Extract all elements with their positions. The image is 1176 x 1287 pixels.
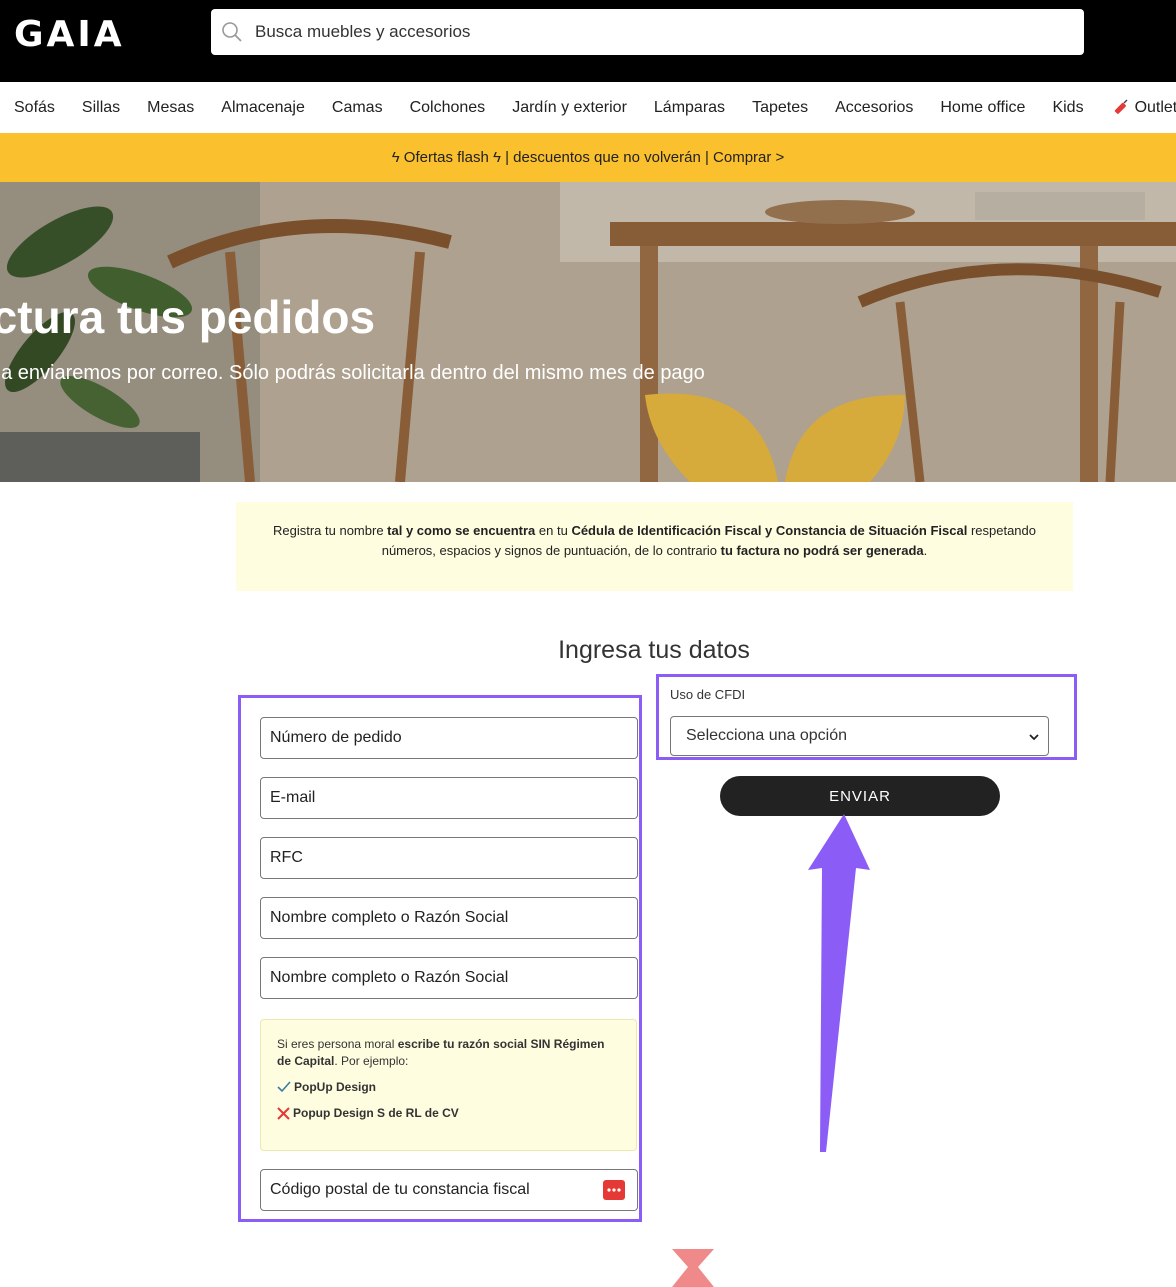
notice-bold-1: tal y como se encuentra xyxy=(387,523,536,538)
hero-title: Factura tus pedidos xyxy=(0,291,376,343)
nav-item-outlet-label: Outlet ha xyxy=(1134,98,1176,116)
nav-item-camas[interactable]: Camas xyxy=(332,99,383,117)
notice-bold-2: Cédula de Identificación Fiscal y Consta… xyxy=(571,523,968,538)
form-title: Ingresa tus datos xyxy=(558,636,750,664)
email-input[interactable] xyxy=(261,778,637,818)
nav-item-kids[interactable]: Kids xyxy=(1052,99,1083,117)
nav-item-sillas[interactable]: Sillas xyxy=(82,99,120,117)
search-bar[interactable] xyxy=(211,9,1084,55)
notice-text-4: . xyxy=(923,543,928,558)
nav-item-sofas[interactable]: Sofás xyxy=(14,99,55,117)
rfc-field[interactable] xyxy=(260,837,638,879)
annotation-arrow-icon xyxy=(808,814,870,1152)
check-icon xyxy=(277,1081,291,1093)
promo-banner[interactable]: ϟ Ofertas flash ϟ | descuentos que no vo… xyxy=(0,133,1176,182)
hint-text: Si eres persona moral escribe tu razón s… xyxy=(277,1036,620,1070)
nav-item-accesorios[interactable]: Accesorios xyxy=(835,99,913,117)
hourglass-icon xyxy=(672,1249,714,1287)
cfdi-select[interactable]: Selecciona una opción xyxy=(670,716,1049,756)
name-confirm-input[interactable] xyxy=(261,958,637,998)
top-header: GAIA xyxy=(0,0,1176,82)
hint-text-2: . Por ejemplo: xyxy=(334,1054,409,1068)
order-number-field[interactable] xyxy=(260,717,638,759)
firecracker-icon xyxy=(1114,99,1128,114)
nav-item-almacenaje[interactable]: Almacenaje xyxy=(221,99,305,117)
legal-name-hint: Si eres persona moral escribe tu razón s… xyxy=(260,1019,637,1151)
name-field[interactable] xyxy=(260,897,638,939)
email-field[interactable] xyxy=(260,777,638,819)
rfc-input[interactable] xyxy=(261,838,637,878)
hint-good-example: PopUp Design xyxy=(277,1080,620,1094)
notice-text-2: en tu xyxy=(535,523,572,538)
notice-bold-3: tu factura no podrá ser generada xyxy=(720,543,924,558)
nav-item-tapetes[interactable]: Tapetes xyxy=(752,99,808,117)
hero-subtitle: Te la enviaremos por correo. Sólo podrás… xyxy=(0,362,705,384)
nav-item-lamparas[interactable]: Lámparas xyxy=(654,99,725,117)
notice-text-1: Registra tu nombre xyxy=(273,523,388,538)
category-nav: Sofás Sillas Mesas Almacenaje Camas Colc… xyxy=(0,82,1176,133)
nav-item-jardin[interactable]: Jardín y exterior xyxy=(512,99,627,117)
nav-item-home-office[interactable]: Home office xyxy=(940,99,1025,117)
postal-code-input[interactable] xyxy=(261,1170,637,1210)
nav-item-colchones[interactable]: Colchones xyxy=(410,99,486,117)
chevron-down-icon xyxy=(1029,734,1039,741)
hint-bad-example: Popup Design S de RL de CV xyxy=(277,1106,620,1120)
name-confirm-field[interactable] xyxy=(260,957,638,999)
hint-bad-text: Popup Design S de RL de CV xyxy=(293,1106,459,1120)
hint-text-1: Si eres persona moral xyxy=(277,1037,398,1051)
postal-code-field[interactable] xyxy=(260,1169,638,1211)
fiscal-notice: Registra tu nombre tal y como se encuent… xyxy=(236,502,1073,591)
search-icon xyxy=(222,22,242,42)
order-number-input[interactable] xyxy=(261,718,637,758)
name-input[interactable] xyxy=(261,898,637,938)
nav-item-outlet[interactable]: Outlet ha xyxy=(1111,99,1176,117)
hero-banner: Factura tus pedidos Te la enviaremos por… xyxy=(0,182,1176,482)
hint-good-text: PopUp Design xyxy=(294,1080,377,1094)
gaia-logo[interactable]: GAIA xyxy=(14,14,125,55)
cross-icon xyxy=(277,1106,290,1120)
cfdi-label: Uso de CFDI xyxy=(670,687,746,702)
cfdi-select-value: Selecciona una opción xyxy=(686,727,848,744)
nav-item-mesas[interactable]: Mesas xyxy=(147,99,194,117)
search-input[interactable] xyxy=(255,9,1065,55)
password-manager-icon[interactable] xyxy=(603,1180,625,1200)
